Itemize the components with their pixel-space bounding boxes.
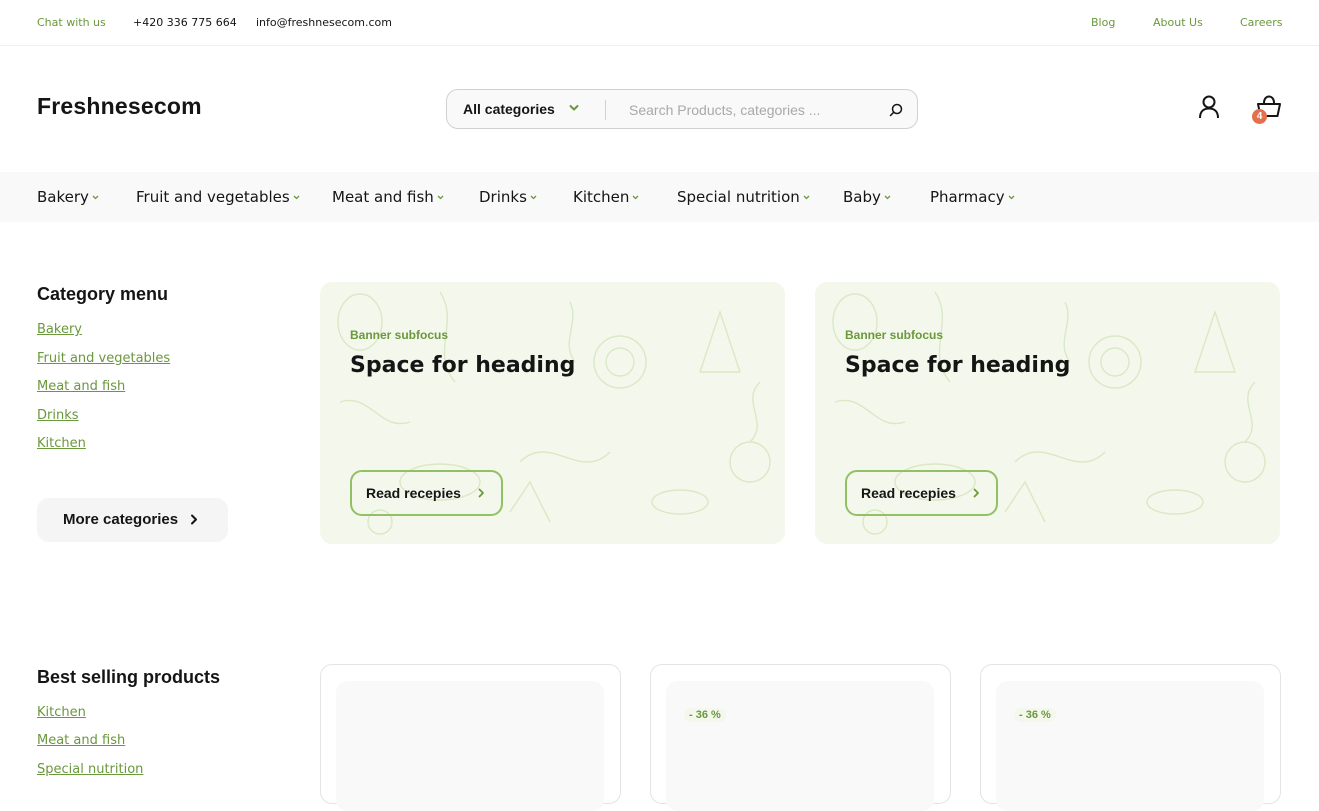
banner-heading: Space for heading bbox=[845, 353, 1071, 378]
category-link-meat-and-fish[interactable]: Meat and fish bbox=[37, 379, 125, 394]
nav-item-baby[interactable]: Baby bbox=[843, 188, 891, 206]
blog-link[interactable]: Blog bbox=[1091, 16, 1115, 29]
user-icon[interactable] bbox=[1198, 95, 1220, 119]
more-categories-label: More categories bbox=[63, 511, 179, 528]
nav-item-meat-and-fish[interactable]: Meat and fish bbox=[332, 188, 444, 206]
nav-item-label: Bakery bbox=[37, 188, 89, 206]
chevron-right-icon bbox=[191, 514, 197, 525]
search-divider bbox=[605, 100, 606, 120]
best-selling-title: Best selling products bbox=[37, 667, 221, 687]
cart-count-badge: 4 bbox=[1252, 109, 1267, 124]
product-image: - 36 % bbox=[666, 681, 934, 811]
discount-badge: - 36 % bbox=[1014, 708, 1056, 722]
chevron-down-icon bbox=[1008, 195, 1015, 200]
banner-subfocus: Banner subfocus bbox=[845, 328, 944, 342]
read-recipes-label: Read recepies bbox=[861, 485, 956, 501]
chevron-down-icon bbox=[884, 195, 891, 200]
nav-item-special-nutrition[interactable]: Special nutrition bbox=[677, 188, 810, 206]
best-selling-link-kitchen[interactable]: Kitchen bbox=[37, 705, 86, 720]
banner-heading: Space for heading bbox=[350, 353, 576, 378]
chevron-down-icon bbox=[293, 195, 300, 200]
nav-item-fruit-and-vegetables[interactable]: Fruit and vegetables bbox=[136, 188, 300, 206]
about-link[interactable]: About Us bbox=[1153, 16, 1203, 29]
product-card[interactable] bbox=[320, 664, 621, 811]
discount-badge: - 36 % bbox=[684, 708, 726, 722]
nav-item-label: Special nutrition bbox=[677, 188, 800, 206]
nav-item-bakery[interactable]: Bakery bbox=[37, 188, 99, 206]
banner-subfocus: Banner subfocus bbox=[350, 328, 449, 342]
category-menu-title: Category menu bbox=[37, 284, 169, 304]
nav-item-label: Kitchen bbox=[573, 188, 630, 206]
more-categories-button[interactable]: More categories bbox=[37, 498, 228, 542]
best-selling-link-meat-and-fish[interactable]: Meat and fish bbox=[37, 733, 125, 748]
chevron-down-icon bbox=[530, 195, 537, 200]
main-nav: Bakery Fruit and vegetables Meat and fis… bbox=[0, 172, 1319, 222]
banner-card: Banner subfocus Space for heading Read r… bbox=[815, 282, 1280, 544]
banner-card: Banner subfocus Space for heading Read r… bbox=[320, 282, 785, 544]
best-selling-link-special-nutrition[interactable]: Special nutrition bbox=[37, 762, 143, 777]
search-input[interactable] bbox=[629, 99, 879, 121]
nav-item-label: Baby bbox=[843, 188, 881, 206]
chevron-down-icon bbox=[92, 195, 99, 200]
chevron-right-icon bbox=[973, 488, 979, 498]
read-recipes-label: Read recepies bbox=[366, 485, 461, 501]
logo[interactable]: Freshnesecom bbox=[37, 93, 202, 120]
phone-link[interactable]: +420 336 775 664 bbox=[133, 16, 237, 29]
product-card[interactable]: - 36 % bbox=[650, 664, 951, 811]
header: Freshnesecom All categories 4 bbox=[0, 46, 1319, 172]
chevron-down-icon bbox=[632, 195, 639, 200]
read-recipes-button[interactable]: Read recepies bbox=[350, 470, 503, 516]
chat-link[interactable]: Chat with us bbox=[37, 16, 106, 29]
product-image bbox=[336, 681, 604, 811]
chevron-down-icon[interactable] bbox=[569, 104, 579, 112]
nav-item-pharmacy[interactable]: Pharmacy bbox=[930, 188, 1015, 206]
chevron-right-icon bbox=[478, 488, 484, 498]
nav-item-label: Pharmacy bbox=[930, 188, 1005, 206]
nav-item-label: Meat and fish bbox=[332, 188, 434, 206]
search-icon[interactable] bbox=[888, 102, 904, 118]
chevron-down-icon bbox=[803, 195, 810, 200]
email-link[interactable]: info@freshnesecom.com bbox=[256, 16, 392, 29]
read-recipes-button[interactable]: Read recepies bbox=[845, 470, 998, 516]
category-link-kitchen[interactable]: Kitchen bbox=[37, 436, 86, 451]
product-card[interactable]: - 36 % bbox=[980, 664, 1281, 811]
category-link-bakery[interactable]: Bakery bbox=[37, 322, 82, 337]
nav-item-label: Fruit and vegetables bbox=[136, 188, 290, 206]
nav-item-kitchen[interactable]: Kitchen bbox=[573, 188, 639, 206]
category-select[interactable]: All categories bbox=[463, 101, 555, 117]
nav-item-label: Drinks bbox=[479, 188, 527, 206]
category-link-drinks[interactable]: Drinks bbox=[37, 408, 79, 423]
top-bar: Chat with us +420 336 775 664 info@fresh… bbox=[0, 0, 1319, 46]
search-bar: All categories bbox=[446, 89, 918, 129]
category-link-fruit-and-vegetables[interactable]: Fruit and vegetables bbox=[37, 351, 170, 366]
chevron-down-icon bbox=[437, 195, 444, 200]
careers-link[interactable]: Careers bbox=[1240, 16, 1283, 29]
product-image: - 36 % bbox=[996, 681, 1264, 811]
nav-item-drinks[interactable]: Drinks bbox=[479, 188, 537, 206]
